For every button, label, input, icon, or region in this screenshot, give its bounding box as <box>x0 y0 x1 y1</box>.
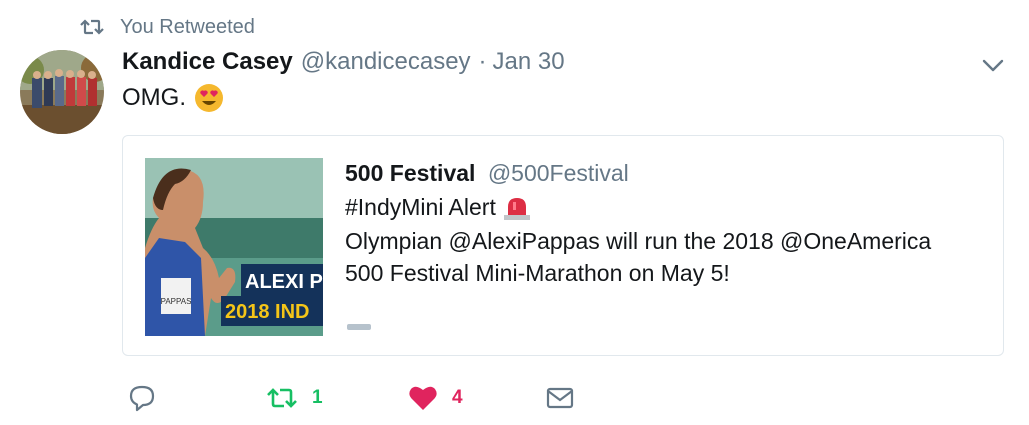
reply-icon <box>129 385 155 412</box>
tweet-header: Kandice Casey @kandicecasey · Jan 30 <box>122 44 565 80</box>
retweet-icon <box>80 19 104 35</box>
retweet-context: You Retweeted <box>80 12 255 42</box>
quoted-hashtag-line: #IndyMini Alert <box>345 194 532 221</box>
chevron-down-icon[interactable] <box>980 52 1006 78</box>
heart-eyes-emoji <box>195 84 223 112</box>
separator-dot: · <box>478 48 487 75</box>
tweet-text: OMG. <box>122 80 224 116</box>
retweet-context-label: You Retweeted <box>120 15 255 38</box>
quoted-header: 500 Festival @500Festival <box>345 160 629 187</box>
quoted-author-handle[interactable]: @500Festival <box>488 160 629 186</box>
reply-button[interactable] <box>128 384 266 412</box>
quoted-author-name[interactable]: 500 Festival <box>345 160 475 186</box>
like-count: 4 <box>452 387 463 408</box>
author-name[interactable]: Kandice Casey <box>122 48 293 76</box>
quoted-media-indicator <box>347 324 371 330</box>
quoted-hashtag-text[interactable]: #IndyMini Alert <box>345 194 496 221</box>
media-banner-text-1: ALEXI P <box>245 271 323 293</box>
author-handle[interactable]: @kandicecasey <box>301 48 471 76</box>
envelope-icon <box>546 387 574 409</box>
retweet-button[interactable]: 1 <box>266 385 408 411</box>
media-bib-text: PAPPAS <box>161 297 192 306</box>
retweet-icon <box>267 388 297 408</box>
tweet-text-content: OMG. <box>122 84 186 111</box>
retweet-count: 1 <box>312 387 323 408</box>
quoted-text-line-3: 500 Festival Mini-Marathon on May 5! <box>345 260 730 286</box>
like-button[interactable]: 4 <box>408 384 546 412</box>
quoted-tweet[interactable]: PAPPAS ALEXI P 2018 IND 500 Festival @50… <box>122 135 1004 356</box>
direct-message-button[interactable] <box>546 386 586 410</box>
quoted-media-image[interactable]: PAPPAS ALEXI P 2018 IND <box>145 158 323 336</box>
rotating-light-icon <box>503 197 530 220</box>
heart-icon <box>409 386 437 410</box>
tweet-date[interactable]: Jan 30 <box>493 48 565 76</box>
quoted-text-line-2: Olympian @AlexiPappas will run the 2018 … <box>345 228 932 254</box>
action-bar: 1 4 <box>128 380 586 416</box>
avatar[interactable] <box>20 50 104 134</box>
media-banner-text-2: 2018 IND <box>225 301 310 323</box>
